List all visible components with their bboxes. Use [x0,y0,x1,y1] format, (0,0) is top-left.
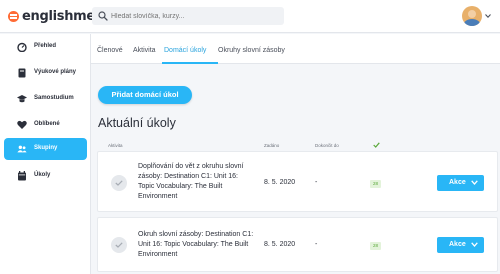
column-header-assigned: Zadáno [264,143,280,148]
search-box[interactable] [92,7,284,25]
tab-vocabulary-topics[interactable]: Okruhy slovní zásoby [218,47,285,54]
actions-button[interactable]: Akce [437,237,484,253]
search-icon [98,11,108,21]
tab-members[interactable]: Členové [97,47,123,54]
task-due-date: - [315,241,318,248]
page-title: Aktuální úkoly [98,116,176,130]
task-status-check[interactable] [111,175,127,191]
add-homework-button[interactable]: Přidat domácí úkol [98,86,192,104]
task-card: Doplňování do vět z okruhu slovní zásoby… [97,151,498,212]
calendar-icon [18,171,26,181]
logo[interactable]: englishme! [8,7,101,25]
avatar[interactable] [462,6,482,26]
column-header-due: Dokončit do [315,143,339,148]
logo-flag-icon [8,10,19,22]
sidebar-item-self-study[interactable]: Samostudium [4,88,87,110]
sidebar-item-favorites[interactable]: Oblíbené [4,114,87,136]
chevron-down-icon [471,180,478,185]
heart-icon [17,120,27,129]
chevron-down-icon [471,242,478,247]
actions-button-label: Akce [449,179,466,186]
task-card: Okruh slovní zásoby: Destination C1: Uni… [97,217,498,272]
completion-badge: 28 [370,242,381,250]
group-tabs: Členové Aktivita Domácí úkoly Okruhy slo… [91,34,500,64]
search-input[interactable] [111,9,279,23]
sidebar-item-label: Samostudium [34,95,74,101]
tab-homework[interactable]: Domácí úkoly [164,47,206,54]
sidebar-item-label: Výukové plány [34,69,77,75]
task-assigned-date: 8. 5. 2020 [264,241,296,248]
sidebar: Přehled Výukové plány Samostudium Oblíbe… [0,34,91,274]
group-icon [17,145,27,153]
graduation-cap-icon [17,95,27,103]
check-icon [115,180,123,186]
sidebar-item-label: Skupiny [34,145,58,151]
dashboard-icon [17,42,27,52]
actions-button-label: Akce [449,241,466,248]
logo-text: englishme! [22,8,101,24]
sidebar-item-label: Úkoly [34,172,51,178]
sidebar-item-overview[interactable]: Přehled [4,36,87,58]
check-icon [373,142,380,148]
active-tab-indicator [162,62,218,64]
task-assigned-date: 8. 5. 2020 [264,179,296,186]
actions-button[interactable]: Akce [437,175,484,191]
task-status-check[interactable] [111,237,127,253]
sidebar-item-groups[interactable]: Skupiny [4,138,87,160]
chevron-down-icon[interactable] [485,13,491,19]
top-header: englishme! [0,0,500,33]
sidebar-item-label: Přehled [34,43,57,49]
tab-activity[interactable]: Aktivita [133,47,156,54]
column-header-activity: Aktivita [108,143,123,148]
sidebar-item-plans[interactable]: Výukové plány [4,62,87,84]
task-due-date: - [315,179,318,186]
book-icon [18,68,26,78]
check-icon [115,242,123,248]
task-title[interactable]: Okruh slovní zásoby: Destination C1: Uni… [138,230,254,260]
task-title[interactable]: Doplňování do vět z okruhu slovní zásoby… [138,162,254,202]
sidebar-item-tasks[interactable]: Úkoly [4,165,87,187]
sidebar-item-label: Oblíbené [34,121,60,127]
completion-badge: 28 [370,180,381,188]
